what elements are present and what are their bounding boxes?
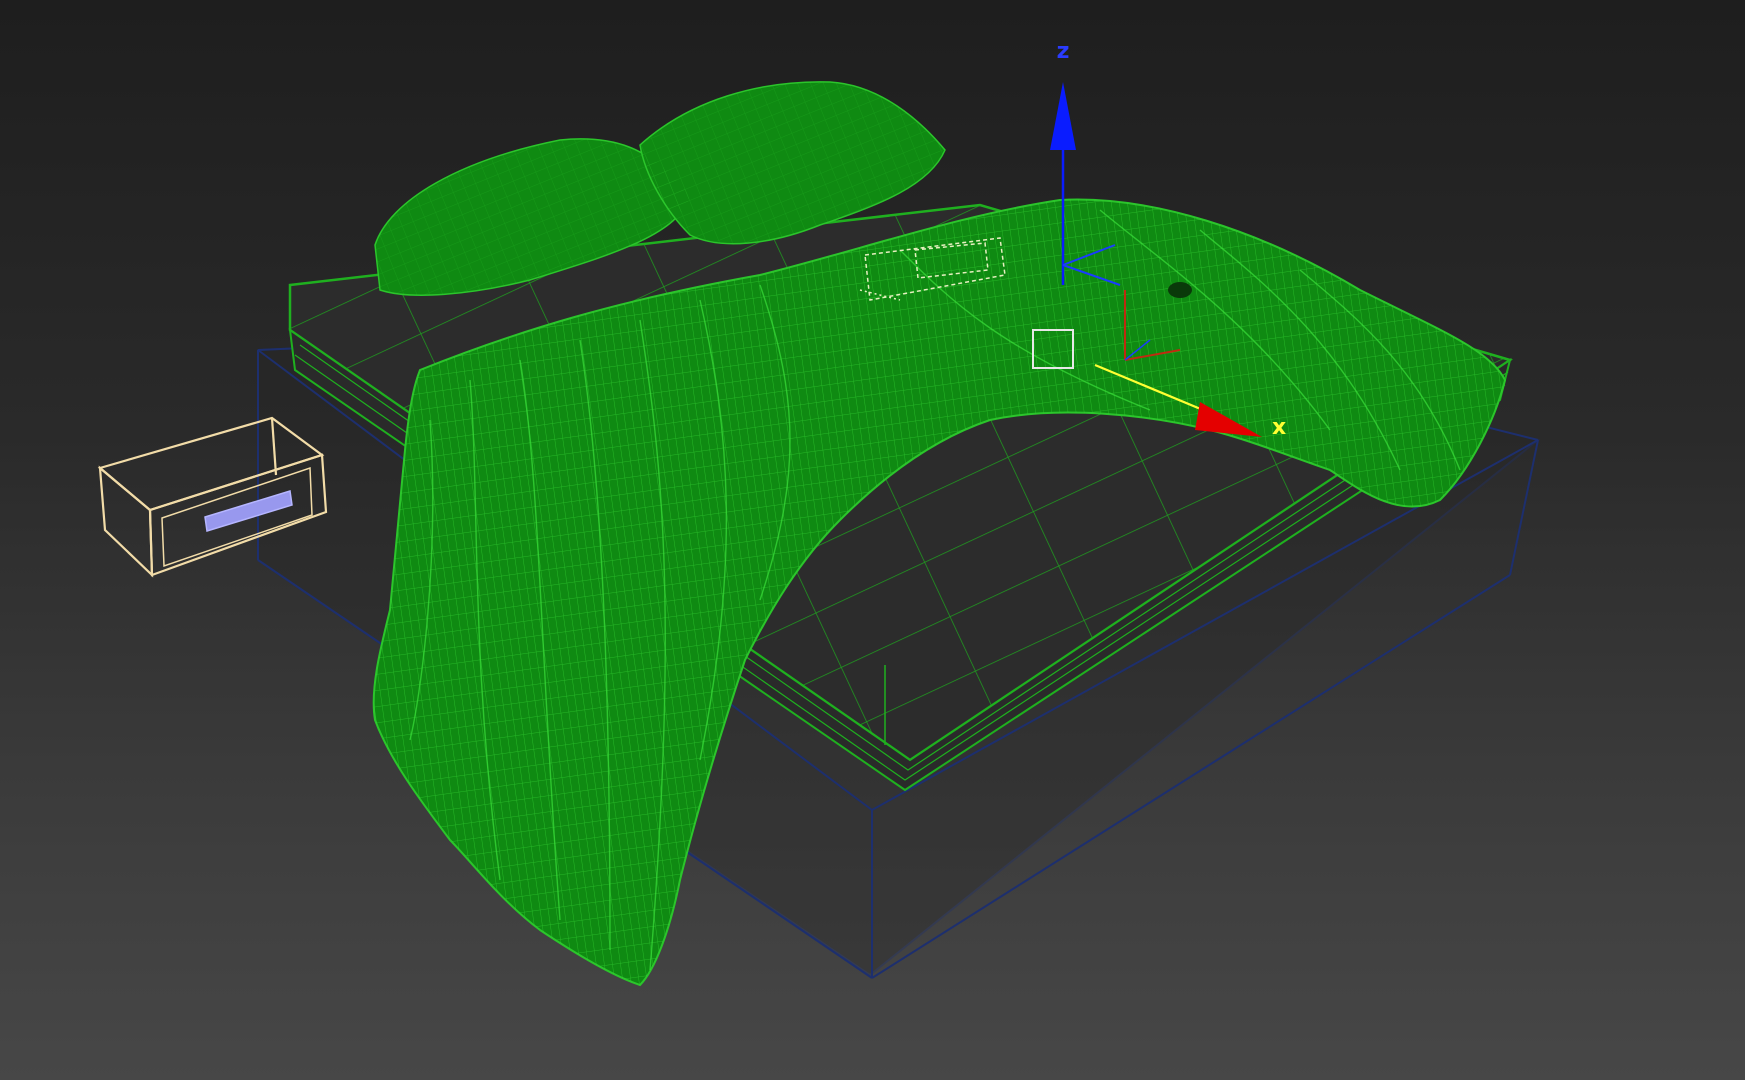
- gizmo-x-label: x: [1272, 415, 1286, 440]
- 3d-viewport[interactable]: z x: [0, 0, 1745, 1080]
- gizmo-z-label: z: [1057, 39, 1070, 64]
- gizmo-z-arrow: [1050, 82, 1076, 150]
- viewport-scene[interactable]: z x: [0, 0, 1745, 1080]
